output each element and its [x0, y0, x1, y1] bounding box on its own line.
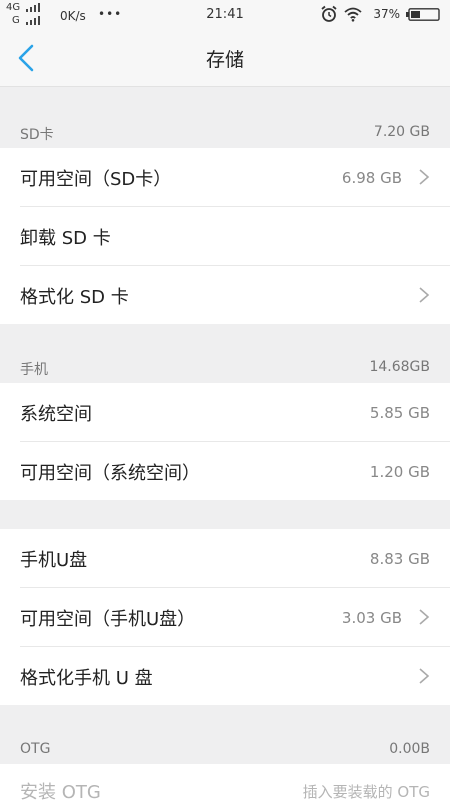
row-udisk-format[interactable]: 格式化手机 U 盘 — [20, 647, 450, 705]
row-value: 插入要装载的 OTG — [302, 783, 430, 800]
row-value: 6.98 GB — [341, 169, 402, 187]
row-label: 可用空间（系统空间） — [20, 463, 200, 484]
section-label-sd: SD卡 — [20, 127, 54, 143]
section-header-sd: SD卡 7.20 GB — [0, 116, 450, 146]
section-value-otg: 0.00B — [389, 741, 430, 757]
chevron-right-icon — [419, 668, 430, 684]
row-value: 3.03 GB — [341, 609, 402, 627]
group-sd: 可用空间（SD卡） 6.98 GB 卸载 SD 卡 格式化 SD 卡 — [0, 148, 450, 324]
row-value: 8.83 GB — [369, 550, 430, 568]
section-value-sd: 7.20 GB — [373, 124, 430, 140]
page-title: 存储 — [205, 49, 244, 71]
storage-screen: 4G G 0K/s ••• 21:41 37% 存储 SD卡 7.20 GB 可… — [0, 0, 450, 800]
row-value: 5.85 GB — [369, 404, 430, 422]
row-install-otg: 安装 OTG 插入要装载的 OTG — [20, 764, 450, 800]
battery-icon — [406, 8, 440, 21]
group-udisk: 手机U盘 8.83 GB 可用空间（手机U盘） 3.03 GB 格式化手机 U … — [0, 529, 450, 705]
row-label: 安装 OTG — [20, 782, 101, 800]
row-system-available[interactable]: 可用空间（系统空间） 1.20 GB — [20, 442, 450, 500]
row-label: 卸载 SD 卡 — [20, 228, 111, 249]
row-label: 格式化手机 U 盘 — [20, 668, 153, 689]
row-label: 系统空间 — [20, 404, 92, 425]
status-bar: 4G G 0K/s ••• 21:41 37% — [0, 0, 450, 30]
chevron-right-icon — [419, 609, 430, 625]
section-header-otg: OTG 0.00B — [0, 733, 450, 763]
row-udisk-available[interactable]: 可用空间（手机U盘） 3.03 GB — [20, 588, 450, 647]
row-label: 格式化 SD 卡 — [20, 287, 129, 308]
row-system-space[interactable]: 系统空间 5.85 GB — [20, 383, 450, 442]
section-value-phone: 14.68GB — [369, 359, 430, 375]
chevron-right-icon — [419, 169, 430, 185]
row-sd-available[interactable]: 可用空间（SD卡） 6.98 GB — [20, 148, 450, 207]
row-label: 可用空间（SD卡） — [20, 169, 172, 190]
battery-percent: 37% — [373, 7, 400, 21]
wifi-icon — [344, 7, 362, 22]
alarm-icon — [321, 5, 337, 22]
title-bar: 存储 — [0, 30, 450, 87]
section-label-otg: OTG — [20, 741, 51, 757]
row-label: 可用空间（手机U盘） — [20, 609, 196, 630]
section-header-phone: 手机 14.68GB — [0, 351, 450, 381]
group-phone: 系统空间 5.85 GB 可用空间（系统空间） 1.20 GB — [0, 383, 450, 500]
row-sd-unmount[interactable]: 卸载 SD 卡 — [20, 207, 450, 266]
row-label: 手机U盘 — [20, 550, 88, 571]
row-sd-format[interactable]: 格式化 SD 卡 — [20, 266, 450, 324]
row-udisk[interactable]: 手机U盘 8.83 GB — [20, 529, 450, 588]
row-value: 1.20 GB — [369, 463, 430, 481]
chevron-right-icon — [419, 287, 430, 303]
section-label-phone: 手机 — [20, 362, 48, 378]
group-otg: 安装 OTG 插入要装载的 OTG — [0, 764, 450, 800]
